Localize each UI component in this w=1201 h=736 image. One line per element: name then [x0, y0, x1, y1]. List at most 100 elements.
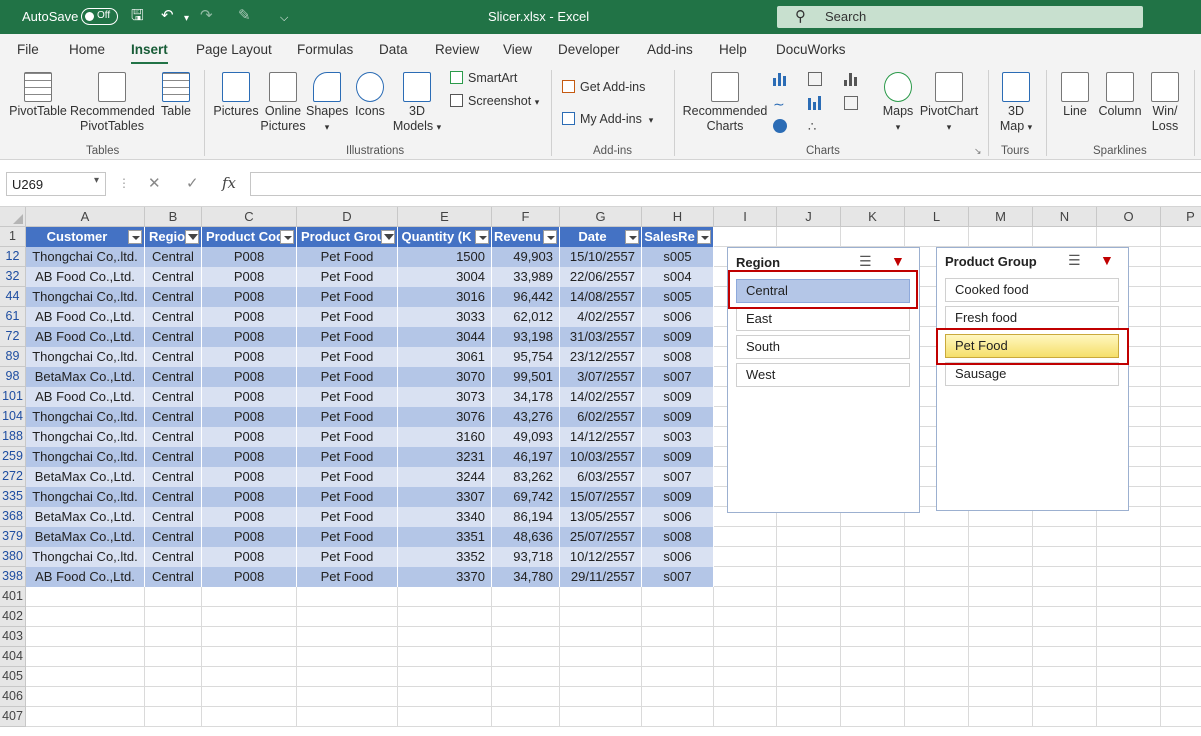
table-cell[interactable]: s008 — [642, 347, 714, 367]
search-box[interactable]: ⚲ Search — [777, 6, 1143, 28]
undo-dropdown-icon[interactable]: ▾ — [184, 10, 189, 28]
row-header[interactable]: 401 — [0, 587, 26, 607]
row-header[interactable]: 44 — [0, 287, 26, 307]
table-cell[interactable]: Central — [145, 347, 202, 367]
table-cell[interactable]: 3076 — [398, 407, 492, 427]
table-cell[interactable]: P008 — [202, 487, 297, 507]
table-cell[interactable]: Pet Food — [297, 407, 398, 427]
slicer-item[interactable]: South — [736, 335, 910, 359]
slicer-item[interactable]: Fresh food — [945, 306, 1119, 330]
filter-dropdown-icon[interactable] — [128, 230, 142, 244]
column-header[interactable]: J — [777, 207, 841, 227]
tab-view[interactable]: View — [503, 42, 532, 57]
table-cell[interactable]: 15/10/2557 — [560, 247, 642, 267]
table-cell[interactable]: 3/07/2557 — [560, 367, 642, 387]
filter-dropdown-icon[interactable] — [625, 230, 639, 244]
table-cell[interactable]: s007 — [642, 367, 714, 387]
table-cell[interactable]: 69,742 — [492, 487, 560, 507]
statistic-chart-icon[interactable] — [844, 72, 858, 86]
sparkline-line-button[interactable]: Line — [1056, 72, 1094, 119]
table-cell[interactable]: Thongchai Co,.ltd. — [26, 427, 145, 447]
row-header[interactable]: 98 — [0, 367, 26, 387]
tab-developer[interactable]: Developer — [558, 42, 620, 57]
table-cell[interactable]: Central — [145, 467, 202, 487]
customize-toolbar-icon[interactable]: ⌵ — [280, 9, 288, 27]
table-cell[interactable]: s003 — [642, 427, 714, 447]
row-header[interactable]: 379 — [0, 527, 26, 547]
slicer-item[interactable]: East — [736, 307, 910, 331]
column-header[interactable]: O — [1097, 207, 1161, 227]
table-cell[interactable]: Pet Food — [297, 547, 398, 567]
table-cell[interactable]: s005 — [642, 247, 714, 267]
table-cell[interactable]: P008 — [202, 567, 297, 587]
enter-icon[interactable]: ✓ — [186, 174, 199, 192]
table-cell[interactable]: 83,262 — [492, 467, 560, 487]
table-cell[interactable]: Thongchai Co,.ltd. — [26, 447, 145, 467]
slicer-item[interactable]: West — [736, 363, 910, 387]
column-header[interactable]: K — [841, 207, 905, 227]
column-header[interactable]: F — [492, 207, 560, 227]
table-cell[interactable]: P008 — [202, 547, 297, 567]
waterfall-chart-icon[interactable] — [844, 96, 858, 110]
table-cell[interactable]: AB Food Co.,Ltd. — [26, 267, 145, 287]
table-cell[interactable]: Thongchai Co,.ltd. — [26, 287, 145, 307]
table-cell[interactable]: 15/07/2557 — [560, 487, 642, 507]
shapes-button[interactable]: Shapes ▾ — [306, 72, 348, 135]
row-header[interactable]: 406 — [0, 687, 26, 707]
row-header[interactable]: 72 — [0, 327, 26, 347]
table-cell[interactable]: Central — [145, 367, 202, 387]
table-cell[interactable]: AB Food Co.,Ltd. — [26, 307, 145, 327]
table-cell[interactable]: 13/05/2557 — [560, 507, 642, 527]
table-cell[interactable]: 3307 — [398, 487, 492, 507]
table-cell[interactable]: 3351 — [398, 527, 492, 547]
cancel-icon[interactable]: ✕ — [148, 174, 161, 192]
table-cell[interactable]: Pet Food — [297, 507, 398, 527]
table-cell[interactable]: s006 — [642, 547, 714, 567]
row-header[interactable]: 380 — [0, 547, 26, 567]
filter-active-icon[interactable] — [185, 230, 199, 244]
scatter-chart-icon[interactable]: ∴ — [808, 119, 822, 134]
table-cell[interactable]: Central — [145, 527, 202, 547]
bar-chart-icon[interactable] — [808, 96, 822, 110]
table-cell[interactable]: 4/02/2557 — [560, 307, 642, 327]
table-cell[interactable]: 10/03/2557 — [560, 447, 642, 467]
table-cell[interactable]: s009 — [642, 447, 714, 467]
table-cell[interactable]: BetaMax Co.,Ltd. — [26, 507, 145, 527]
table-cell[interactable]: 3016 — [398, 287, 492, 307]
table-cell[interactable]: 86,194 — [492, 507, 560, 527]
column-header[interactable]: G — [560, 207, 642, 227]
row-header[interactable]: 368 — [0, 507, 26, 527]
table-cell[interactable]: 22/06/2557 — [560, 267, 642, 287]
table-cell[interactable]: 95,754 — [492, 347, 560, 367]
table-cell[interactable]: Pet Food — [297, 307, 398, 327]
hierarchy-chart-icon[interactable] — [808, 72, 822, 86]
table-cell[interactable]: 46,197 — [492, 447, 560, 467]
table-cell[interactable]: Central — [145, 287, 202, 307]
row-header[interactable]: 404 — [0, 647, 26, 667]
table-cell[interactable]: P008 — [202, 447, 297, 467]
table-cell[interactable]: 3044 — [398, 327, 492, 347]
smartart-button[interactable]: SmartArt — [450, 71, 517, 85]
table-cell[interactable]: 93,718 — [492, 547, 560, 567]
row-header[interactable]: 335 — [0, 487, 26, 507]
filter-dropdown-icon[interactable] — [280, 230, 294, 244]
table-cell[interactable]: P008 — [202, 427, 297, 447]
line-chart-icon[interactable]: ∼ — [773, 96, 787, 112]
row-header[interactable]: 405 — [0, 667, 26, 687]
dialog-launcher-icon[interactable]: ↘ — [974, 146, 982, 157]
table-cell[interactable]: P008 — [202, 367, 297, 387]
table-cell[interactable]: 6/02/2557 — [560, 407, 642, 427]
table-cell[interactable]: AB Food Co.,Ltd. — [26, 387, 145, 407]
tab-page-layout[interactable]: Page Layout — [196, 42, 272, 57]
table-cell[interactable]: Central — [145, 567, 202, 587]
table-cell[interactable]: Central — [145, 407, 202, 427]
table-cell[interactable]: s009 — [642, 487, 714, 507]
table-cell[interactable]: Pet Food — [297, 487, 398, 507]
table-cell[interactable]: 14/02/2557 — [560, 387, 642, 407]
table-cell[interactable]: 99,501 — [492, 367, 560, 387]
table-cell[interactable]: Thongchai Co,.ltd. — [26, 247, 145, 267]
table-cell[interactable]: BetaMax Co.,Ltd. — [26, 467, 145, 487]
table-cell[interactable]: 3033 — [398, 307, 492, 327]
table-cell[interactable]: P008 — [202, 327, 297, 347]
sparkline-column-button[interactable]: Column — [1096, 72, 1144, 119]
